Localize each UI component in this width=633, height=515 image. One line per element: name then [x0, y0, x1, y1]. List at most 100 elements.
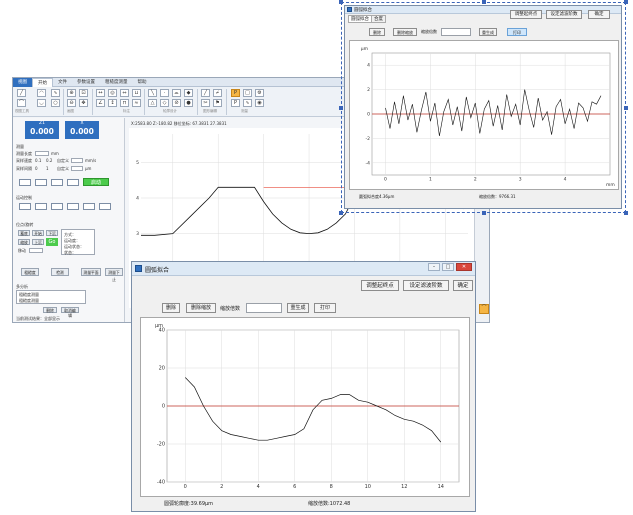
edit-trim-icon[interactable]: ⌿	[213, 89, 222, 97]
pos-rise-button[interactable]: 上沉	[32, 239, 44, 245]
resize-handle[interactable]	[339, 211, 343, 215]
go-button[interactable]: Go	[46, 238, 58, 246]
move-mark-icon[interactable]	[67, 179, 79, 186]
design-diamond-icon[interactable]: ◇	[160, 99, 169, 107]
tab-help[interactable]: 帮助	[133, 78, 152, 87]
measure-rp-icon[interactable]: P	[231, 99, 240, 107]
delete-result-button[interactable]: 删除	[43, 307, 57, 313]
pos-zoom-button[interactable]: 缩放	[18, 239, 30, 245]
zoom-factor-input[interactable]	[441, 28, 471, 36]
measure-radius-icon[interactable]: ◎	[108, 89, 117, 97]
design-triangle-icon[interactable]: △	[148, 99, 157, 107]
move-split-icon[interactable]	[51, 179, 63, 186]
measure-target-icon[interactable]: ◉	[255, 99, 264, 107]
motion-arc-right-icon[interactable]	[35, 203, 47, 210]
measure-wave-icon[interactable]: ∿	[243, 99, 252, 107]
measure-plane-button[interactable]: 测量平面	[81, 268, 101, 276]
measure-step-icon[interactable]: ⊓	[120, 99, 129, 107]
interval-option-radio[interactable]: 1	[46, 166, 49, 171]
fit-plot-bottom[interactable]: 0 2 4 6 8 10 12 14 -40 -20 0 20 40 μm	[140, 317, 470, 497]
sample-option-radio[interactable]: 自定义	[57, 158, 69, 164]
zoom-window-icon[interactable]: ⊡	[79, 89, 88, 97]
measure-stop-button[interactable]: 测量下止	[105, 268, 123, 282]
arrow-right-icon[interactable]	[67, 203, 79, 210]
tab-start[interactable]: 开始	[32, 78, 53, 87]
move-input[interactable]	[29, 248, 43, 253]
adjust-endpoints-button[interactable]: 调整起终点	[510, 10, 542, 19]
sample-option-radio[interactable]: 0.1	[35, 158, 41, 163]
arc-tool-icon[interactable]: ⌒	[17, 99, 26, 107]
detect-button[interactable]: 检测	[51, 268, 69, 276]
sample-option-radio[interactable]: 0.2	[46, 158, 52, 163]
circle-tool-icon[interactable]: ○	[51, 99, 60, 107]
arc4-tool-icon[interactable]: ◡	[37, 99, 46, 107]
measure-gear-icon[interactable]: ⚙	[255, 89, 264, 97]
design-point-icon[interactable]: ·	[160, 89, 169, 97]
delete-button[interactable]: 删除	[369, 28, 385, 36]
pan-icon[interactable]: ✥	[79, 99, 88, 107]
confirm-button[interactable]: 确定	[588, 10, 610, 19]
start-button[interactable]: 启动	[83, 178, 109, 186]
measure-distance-icon[interactable]: ↔	[96, 89, 105, 97]
regenerate-button[interactable]: 重生成	[479, 28, 497, 36]
resize-handle[interactable]	[624, 106, 628, 110]
zoom-in-icon[interactable]: ⊕	[67, 89, 76, 97]
measure-angle-icon[interactable]: ∠	[96, 99, 105, 107]
result-list[interactable]: 粗糙度测量 粗糙度测量	[16, 290, 86, 304]
design-line-icon[interactable]: ╲	[148, 89, 157, 97]
resize-handle[interactable]	[624, 211, 628, 215]
design-circle-icon[interactable]: ●	[184, 99, 193, 107]
arrow-left-icon[interactable]	[51, 203, 63, 210]
maximize-icon[interactable]: □	[442, 263, 454, 271]
fit-plot-top[interactable]: 0 1 2 3 4 -4 -2 0 2 4 μm mm	[349, 40, 619, 190]
minimize-icon[interactable]: –	[428, 263, 440, 271]
design-mark-icon[interactable]: ◆	[184, 89, 193, 97]
pos-start-button[interactable]: 开始	[32, 230, 44, 236]
line-tool-icon[interactable]: ╱	[17, 89, 26, 97]
measure-height-icon[interactable]: ↕	[108, 99, 117, 107]
curve-tool-icon[interactable]: ∿	[51, 89, 60, 97]
delete-zoom-button[interactable]: 删除缩放	[393, 28, 417, 36]
arrow-up-icon[interactable]	[83, 203, 95, 210]
resize-handle[interactable]	[482, 211, 486, 215]
interval-option-radio[interactable]: 0	[35, 166, 38, 171]
interval-option-radio[interactable]: 自定义	[57, 166, 69, 172]
arc3-tool-icon[interactable]: ◠	[37, 89, 46, 97]
resize-handle[interactable]	[624, 0, 628, 4]
print-button[interactable]: 打印	[314, 303, 336, 313]
move-left-end-icon[interactable]	[19, 179, 31, 186]
measure-length-input[interactable]	[35, 151, 49, 156]
roughness-button[interactable]: 粗糙度	[21, 268, 39, 276]
edit-cut-icon[interactable]: ✂	[201, 99, 210, 107]
tab-parameters[interactable]: 参数设置	[72, 78, 100, 87]
print-button[interactable]: 打印	[507, 28, 527, 36]
design-fit-icon[interactable]: ⌓	[172, 89, 181, 97]
regenerate-button[interactable]: 重生成	[287, 303, 309, 313]
move-center-icon[interactable]	[35, 179, 47, 186]
measure-pitch-icon[interactable]: ≈	[132, 99, 141, 107]
tab-file[interactable]: 文件	[53, 78, 72, 87]
sample-speed-input[interactable]	[71, 158, 83, 163]
adjust-endpoints-button[interactable]: 调整起终点	[361, 280, 399, 291]
delete-zoom-button[interactable]: 删除缩放	[186, 303, 216, 313]
edit-flag-icon[interactable]: ⚑	[213, 99, 222, 107]
close-icon[interactable]: ✕	[456, 263, 472, 271]
tool-arc-icon[interactable]: ⌒	[479, 304, 489, 314]
tab-view[interactable]: 视图	[13, 78, 32, 87]
measure-width-icon[interactable]: ⇔	[120, 89, 129, 97]
pos-sink-button[interactable]: 下沉	[46, 230, 58, 236]
resize-handle[interactable]	[339, 106, 343, 110]
resize-handle[interactable]	[339, 0, 343, 4]
measure-p-icon[interactable]: P	[231, 89, 240, 97]
design-tangent-icon[interactable]: ⊘	[172, 99, 181, 107]
delete-button[interactable]: 删除	[162, 303, 180, 313]
sample-interval-input[interactable]	[71, 166, 83, 171]
tab-fit-degree[interactable]: 合度	[371, 15, 386, 23]
tab-roughness[interactable]: 粗糙度测量	[100, 78, 133, 87]
zoom-out-icon[interactable]: ⊖	[67, 99, 76, 107]
measure-depth-icon[interactable]: ⊔	[132, 89, 141, 97]
arrow-down-icon[interactable]	[99, 203, 111, 210]
tab-arc-fit[interactable]: 圆弧拟合	[348, 15, 372, 23]
filter-order-button[interactable]: 设定滤波阶数	[546, 10, 582, 19]
filter-order-button[interactable]: 设定滤波阶数	[403, 280, 449, 291]
